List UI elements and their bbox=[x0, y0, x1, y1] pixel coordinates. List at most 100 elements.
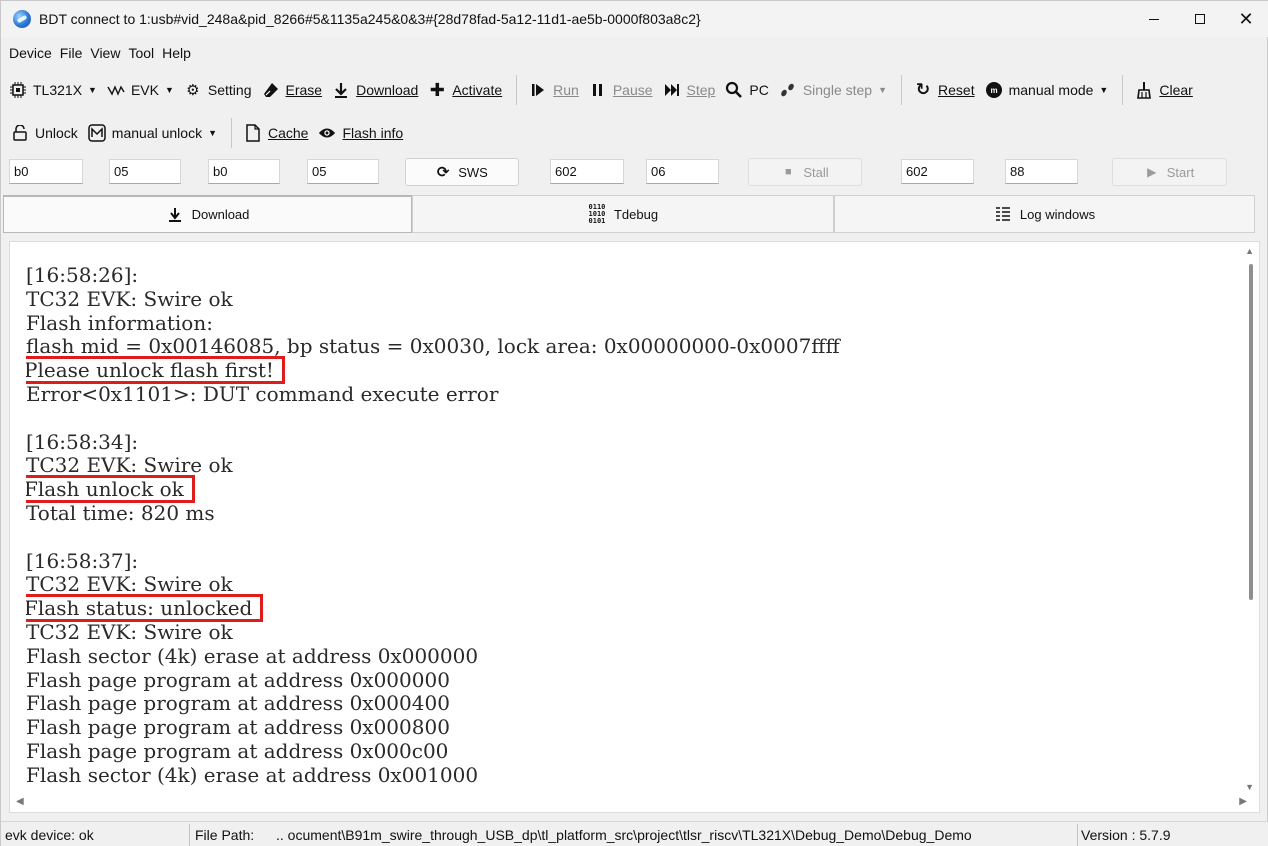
scroll-right-icon[interactable]: ▶ bbox=[1239, 796, 1247, 807]
log-panel: ▲ [16:58:26]: TC32 EVK: Swire ok Flash inf… bbox=[9, 241, 1260, 813]
tab-log-windows-label: Log windows bbox=[1019, 206, 1096, 222]
single-step-button[interactable]: Single step ▼ bbox=[775, 76, 891, 104]
status-bar: evk device: ok File Path: .. ocument\B91… bbox=[1, 821, 1268, 846]
setting-button[interactable]: ⚙ Setting bbox=[180, 76, 256, 104]
log-line-text: Flash page program at address 0x000000 bbox=[26, 667, 450, 692]
scroll-down-icon[interactable]: ▼ bbox=[1245, 782, 1254, 792]
log-line: [16:58:34]: bbox=[26, 429, 1236, 455]
value-field-3[interactable]: 06 bbox=[646, 159, 719, 184]
address-field-2[interactable]: b0 bbox=[208, 159, 280, 184]
log-line: TC32 EVK: Swire ok bbox=[26, 286, 1236, 312]
mode-select-button[interactable]: m manual mode ▼ bbox=[981, 76, 1113, 104]
evk-label: EVK bbox=[130, 82, 159, 98]
tab-tdebug[interactable]: 0110 1010 0101 Tdebug bbox=[412, 195, 834, 233]
status-divider bbox=[1077, 824, 1078, 846]
log-line: TC32 EVK: Swire ok bbox=[26, 454, 1236, 478]
address-field-4[interactable]: 602 bbox=[901, 159, 974, 184]
search-icon bbox=[725, 81, 743, 99]
svg-text:m: m bbox=[990, 86, 997, 95]
log-line-highlighted: Flash unlock ok bbox=[26, 475, 1236, 504]
log-line: Flash page program at address 0x000000 bbox=[26, 667, 1236, 693]
broom-icon bbox=[1135, 81, 1153, 99]
vertical-scrollbar[interactable] bbox=[1249, 264, 1253, 600]
chip-label: TL321X bbox=[33, 82, 83, 98]
clear-button[interactable]: Clear bbox=[1131, 76, 1196, 104]
download-icon bbox=[166, 206, 184, 224]
pause-icon bbox=[589, 81, 607, 99]
pc-button[interactable]: PC bbox=[721, 76, 772, 104]
run-label: Run bbox=[553, 82, 579, 98]
start-button[interactable]: ▶ Start bbox=[1112, 158, 1227, 186]
pause-button[interactable]: Pause bbox=[585, 76, 657, 104]
tab-log-windows[interactable]: Log windows bbox=[834, 195, 1255, 233]
scroll-left-icon[interactable]: ◀ bbox=[16, 796, 24, 807]
value-field-2[interactable]: 05 bbox=[307, 159, 379, 184]
tab-download-label: Download bbox=[191, 207, 250, 222]
main-toolbar: TL321X ▼ EVK ▼ ⚙ Setting Erase Download bbox=[1, 72, 1199, 108]
flash-info-button[interactable]: Flash info bbox=[314, 119, 407, 147]
menu-bar: Device File View Tool Help bbox=[1, 39, 199, 67]
scroll-up-icon[interactable]: ▲ bbox=[1245, 246, 1254, 256]
clear-label: Clear bbox=[1159, 82, 1193, 98]
evk-select-button[interactable]: EVK ▼ bbox=[103, 76, 178, 104]
stall-button[interactable]: ■ Stall bbox=[748, 158, 862, 186]
reset-label: Reset bbox=[938, 82, 975, 98]
download-button[interactable]: Download bbox=[328, 76, 422, 104]
menu-device[interactable]: Device bbox=[9, 45, 52, 61]
log-line: Flash sector (4k) erase at address 0x001… bbox=[26, 763, 1236, 788]
log-line-text: [16:58:26]: bbox=[26, 264, 139, 287]
maximize-icon bbox=[1195, 14, 1205, 24]
log-line-text: [16:58:34]: bbox=[26, 429, 139, 454]
list-icon bbox=[994, 205, 1012, 223]
tab-download[interactable]: Download bbox=[3, 195, 412, 233]
maximize-button[interactable] bbox=[1177, 1, 1223, 37]
manual-unlock-button[interactable]: manual unlock ▼ bbox=[84, 119, 221, 147]
log-line-text: Flash sector (4k) erase at address 0x000… bbox=[26, 643, 479, 668]
log-line: [16:58:26]: bbox=[26, 264, 1236, 288]
log-line-text: TC32 EVK: Swire ok bbox=[26, 572, 233, 597]
sws-button[interactable]: ⟳ SWS bbox=[405, 158, 519, 186]
toolbar-separator bbox=[901, 75, 903, 105]
log-line-text: Flash page program at address 0x000400 bbox=[26, 691, 450, 716]
menu-tool[interactable]: Tool bbox=[128, 45, 154, 61]
mode-icon: m bbox=[985, 81, 1003, 99]
chevron-down-icon: ▼ bbox=[88, 85, 97, 95]
log-output: [16:58:26]: TC32 EVK: Swire ok Flash infor… bbox=[26, 264, 1236, 790]
log-line: Flash page program at address 0x000c00 bbox=[26, 739, 1236, 764]
log-line: Flash sector (4k) erase at address 0x000… bbox=[26, 643, 1236, 669]
address-field-1[interactable]: b0 bbox=[9, 159, 83, 184]
menu-view[interactable]: View bbox=[90, 45, 120, 61]
minimize-button[interactable] bbox=[1131, 1, 1177, 37]
menu-file[interactable]: File bbox=[60, 45, 83, 61]
log-line-text: Error<0x1101>: DUT command execute error bbox=[26, 381, 499, 406]
chip-select-button[interactable]: TL321X ▼ bbox=[5, 76, 101, 104]
reset-button[interactable]: ↻ Reset bbox=[910, 76, 979, 104]
address-field-3[interactable]: 602 bbox=[550, 159, 624, 184]
start-label: Start bbox=[1166, 164, 1195, 180]
plus-icon: ✚ bbox=[429, 79, 445, 100]
cache-label: Cache bbox=[268, 125, 309, 141]
log-line-highlighted: Please unlock flash first! bbox=[26, 356, 1236, 385]
run-button[interactable]: Run bbox=[525, 76, 583, 104]
refresh-icon: ⟳ bbox=[436, 164, 450, 181]
minimize-icon bbox=[1149, 18, 1159, 20]
step-label: Step bbox=[686, 82, 716, 98]
stall-label: Stall bbox=[803, 164, 829, 180]
log-line: Flash information: bbox=[26, 311, 1236, 336]
log-line-highlighted: Flash status: unlocked bbox=[26, 594, 1236, 623]
close-button[interactable]: ✕ bbox=[1223, 1, 1268, 37]
pc-label: PC bbox=[749, 82, 769, 98]
value-field-1[interactable]: 05 bbox=[109, 159, 181, 184]
log-line-text: TC32 EVK: Swire ok bbox=[26, 286, 233, 311]
step-button[interactable]: Step bbox=[659, 76, 720, 104]
waveform-icon bbox=[107, 81, 125, 99]
cache-button[interactable]: Cache bbox=[240, 119, 312, 147]
app-logo-icon bbox=[13, 10, 31, 28]
activate-button[interactable]: ✚ Activate bbox=[424, 76, 506, 104]
menu-help[interactable]: Help bbox=[162, 45, 191, 61]
value-field-4[interactable]: 88 bbox=[1005, 159, 1078, 184]
chevron-down-icon: ▼ bbox=[164, 85, 174, 95]
erase-button[interactable]: Erase bbox=[258, 76, 327, 104]
unlock-button[interactable]: Unlock bbox=[7, 119, 82, 147]
file-path-label: File Path: bbox=[195, 827, 255, 843]
